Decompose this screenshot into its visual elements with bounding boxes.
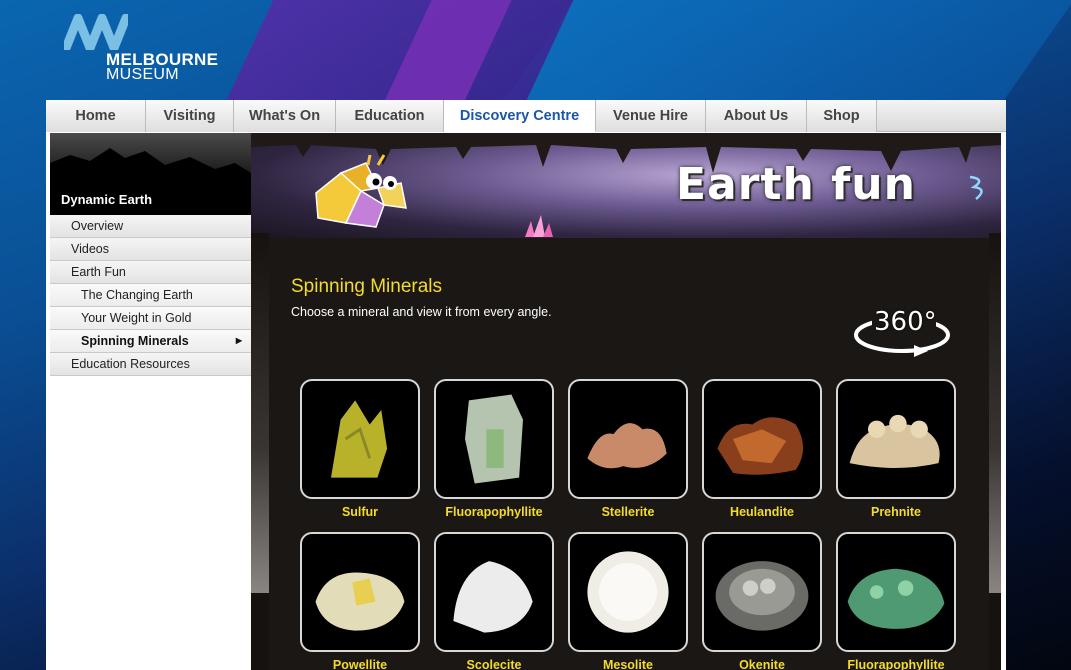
nav-visiting[interactable]: Visiting [146,100,234,132]
sidebar-menu: Overview Videos Earth Fun The Changing E… [50,215,251,376]
mineral-thumbnail[interactable] [300,379,420,499]
mineral-label: Heulandite [730,505,794,519]
mineral-label: Fluorapophyllite [847,658,945,670]
mineral-card-prehnite[interactable]: Prehnite [836,379,956,519]
mineral-thumbnail[interactable] [702,379,822,499]
mountain-silhouette-icon [50,148,251,183]
minerals-panel: Spinning Minerals Choose a mineral and v… [269,238,989,670]
sidebar-item-spinning-minerals[interactable]: Spinning Minerals ▶ [50,330,251,353]
logo-mark-icon [64,14,128,50]
sidebar: Dynamic Earth Overview Videos Earth Fun … [50,133,251,670]
mineral-thumbnail[interactable] [434,532,554,652]
mineral-thumbnail[interactable] [702,532,822,652]
sidebar-item-overview[interactable]: Overview [50,215,251,238]
mineral-label: Sulfur [341,505,379,519]
sidebar-title: Dynamic Earth [50,183,251,215]
page-frame: Home Visiting What's On Education Discov… [46,100,1006,670]
mineral-card-okenite[interactable]: Okenite [702,532,822,670]
nav-home[interactable]: Home [46,100,146,132]
mineral-label: Powellite [332,658,388,670]
mineral-card-fluorapophyllite[interactable]: Fluorapophyllite [434,379,554,519]
sidebar-item-education-resources[interactable]: Education Resources [50,353,251,376]
mineral-thumbnail[interactable] [568,379,688,499]
mineral-image [465,394,523,484]
section-title: Spinning Minerals [291,276,443,297]
sidebar-item-weight-in-gold[interactable]: Your Weight in Gold [50,307,251,330]
pink-crystal-icon [525,215,553,237]
mineral-thumbnail[interactable] [434,379,554,499]
mineral-card-powellite[interactable]: Powellite [300,532,420,670]
caret-right-icon: ▶ [235,336,242,345]
banner-title: Earth fun [676,159,916,210]
mineral-card-stellerite[interactable]: Stellerite [568,379,688,519]
nav-discovery-centre[interactable]: Discovery Centre [444,100,596,132]
mineral-card-fluorapophyllite-2[interactable]: Fluorapophyllite [836,532,956,670]
mineral-label: Stellerite [601,505,655,519]
mineral-image [331,400,388,478]
mineral-label: Fluorapophyllite [445,505,543,519]
mineral-image [315,572,405,631]
mineral-image [587,551,669,633]
sidebar-header-art [50,133,251,183]
content-edge-shade [989,233,1001,593]
mineral-thumbnail[interactable] [568,532,688,652]
mineral-image [849,414,940,468]
crystal-mascot-icon [315,154,407,228]
rotate-360-icon: 360° [852,301,952,363]
sparkle-icon [969,175,983,200]
rotate-360-label: 360° [874,307,937,337]
mineral-card-scolecite[interactable]: Scolecite [434,532,554,670]
sidebar-item-label: Spinning Minerals [81,334,189,348]
mineral-label: Okenite [739,658,785,670]
mineral-image [847,568,945,629]
logo-line2: MUSEUM [106,66,179,83]
main-content: Earth fun Spinning Minerals Choose a min… [251,133,1001,670]
sidebar-item-videos[interactable]: Videos [50,238,251,261]
mineral-card-mesolite[interactable]: Mesolite [568,532,688,670]
earth-fun-banner: Earth fun [251,133,1001,238]
nav-venue-hire[interactable]: Venue Hire [596,100,706,132]
section-description: Choose a mineral and view it from every … [291,305,552,319]
nav-about-us[interactable]: About Us [706,100,807,132]
mineral-image [717,417,804,475]
museum-logo[interactable]: MELBOURNE MUSEUM [64,14,224,84]
mineral-image [715,561,809,631]
nav-whats-on[interactable]: What's On [234,100,336,132]
mineral-card-heulandite[interactable]: Heulandite [702,379,822,519]
nav-shop[interactable]: Shop [807,100,877,132]
mineral-card-sulfur[interactable]: Sulfur [300,379,420,519]
mineral-label: Scolecite [466,658,522,670]
nav-education[interactable]: Education [336,100,444,132]
mineral-label: Mesolite [602,658,653,670]
mineral-image [453,561,533,633]
mineral-thumbnail[interactable] [836,379,956,499]
logo-line1: MELBOURNE [106,50,219,69]
content-edge-shade [251,233,269,593]
mineral-thumbnail[interactable] [836,532,956,652]
sidebar-item-changing-earth[interactable]: The Changing Earth [50,284,251,307]
mineral-label: Prehnite [870,505,921,519]
main-nav: Home Visiting What's On Education Discov… [46,100,1006,132]
mineral-image [587,423,667,469]
sidebar-item-earth-fun[interactable]: Earth Fun [50,261,251,284]
mineral-thumbnail[interactable] [300,532,420,652]
